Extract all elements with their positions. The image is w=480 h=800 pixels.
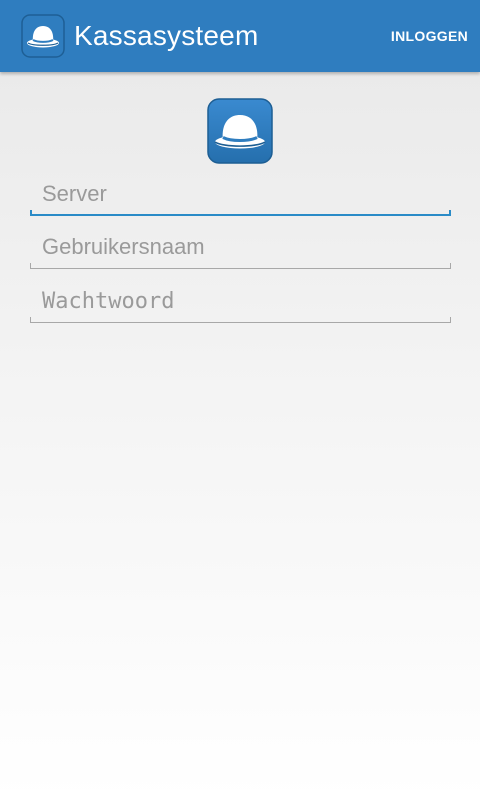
server-underline (30, 214, 451, 216)
login-button[interactable]: INLOGGEN (385, 24, 468, 48)
password-field[interactable] (30, 283, 451, 323)
underline-tick-right (450, 263, 451, 269)
server-field[interactable] (30, 176, 451, 216)
underline-tick-right (449, 210, 451, 216)
underline-tick-left (30, 317, 31, 323)
bowler-hat-icon (207, 98, 273, 164)
username-field[interactable] (30, 229, 451, 269)
password-input[interactable] (30, 283, 451, 319)
underline-tick-left (30, 263, 31, 269)
app-title: Kassasysteem (74, 20, 259, 51)
username-underline (30, 268, 451, 269)
underline-tick-left (30, 210, 32, 216)
username-input[interactable] (30, 229, 451, 265)
server-input[interactable] (30, 176, 451, 212)
underline-tick-right (450, 317, 451, 323)
password-underline (30, 322, 451, 323)
action-bar: Kassasysteem INLOGGEN (0, 0, 480, 72)
bowler-hat-icon[interactable] (21, 14, 65, 58)
